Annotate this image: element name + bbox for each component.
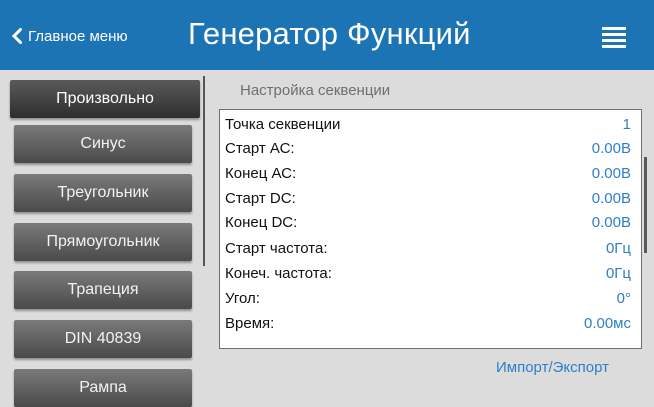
row-start-frequency[interactable]: Старт частота: 0Гц bbox=[225, 238, 631, 259]
row-start-ac[interactable]: Старт АС: 0.00В bbox=[225, 138, 631, 159]
row-label: Конеч. частота: bbox=[225, 265, 332, 282]
waveform-sidebar: Произвольно Синус Треугольник Прямоуголь… bbox=[0, 70, 205, 407]
chevron-left-icon bbox=[12, 28, 22, 44]
row-value: 0.00В bbox=[591, 214, 631, 231]
row-value: 1 bbox=[622, 116, 631, 133]
row-angle[interactable]: Угол: 0° bbox=[225, 288, 631, 309]
sidebar-item-sine[interactable]: Синус bbox=[14, 125, 192, 163]
row-sequence-point[interactable]: Точка секвенции 1 bbox=[225, 114, 631, 135]
row-label: Старт частота: bbox=[225, 240, 328, 257]
row-label: Точка секвенции bbox=[225, 116, 341, 133]
page-title: Генератор Функций bbox=[188, 16, 471, 51]
row-start-dc[interactable]: Старт DC: 0.00В bbox=[225, 188, 631, 209]
sidebar-divider bbox=[203, 76, 205, 266]
panel-title: Настройка секвенции bbox=[240, 82, 391, 99]
sequence-settings-panel: Точка секвенции 1 Старт АС: 0.00В Конец … bbox=[219, 109, 642, 349]
sidebar-item-din-40839[interactable]: DIN 40839 bbox=[14, 320, 192, 358]
back-to-main-menu-button[interactable]: Главное меню bbox=[12, 24, 128, 48]
row-label: Старт DC: bbox=[225, 190, 296, 207]
row-label: Старт АС: bbox=[225, 140, 295, 157]
sidebar-item-rectangle[interactable]: Прямоугольник bbox=[14, 223, 192, 261]
hamburger-menu-icon[interactable] bbox=[602, 27, 626, 48]
row-value: 0Гц bbox=[605, 265, 631, 282]
sidebar-item-triangle[interactable]: Треугольник bbox=[14, 174, 192, 212]
row-time[interactable]: Время: 0.00мс bbox=[225, 313, 631, 334]
sidebar-item-ramp[interactable]: Рампа bbox=[14, 369, 192, 407]
row-value: 0.00В bbox=[591, 165, 631, 182]
row-value: 0° bbox=[616, 290, 631, 307]
row-end-dc[interactable]: Конец DC: 0.00В bbox=[225, 212, 631, 233]
panel-scrollbar[interactable] bbox=[644, 157, 647, 253]
back-button-label: Главное меню bbox=[28, 27, 128, 45]
row-value: 0.00В bbox=[591, 190, 631, 207]
row-end-ac[interactable]: Конец АС: 0.00В bbox=[225, 163, 631, 184]
row-label: Конец DC: bbox=[225, 214, 298, 231]
row-end-frequency[interactable]: Конеч. частота: 0Гц bbox=[225, 263, 631, 284]
row-label: Время: bbox=[225, 315, 275, 332]
row-value: 0.00мс bbox=[583, 315, 631, 332]
row-label: Угол: bbox=[225, 290, 260, 307]
app-header: Главное меню Генератор Функций bbox=[0, 0, 654, 70]
row-value: 0Гц bbox=[605, 240, 631, 257]
row-label: Конец АС: bbox=[225, 165, 297, 182]
sidebar-item-trapezoid[interactable]: Трапеция bbox=[14, 271, 192, 309]
row-value: 0.00В bbox=[591, 140, 631, 157]
import-export-link[interactable]: Импорт/Экспорт bbox=[496, 359, 609, 376]
sidebar-item-arbitrary[interactable]: Произвольно bbox=[10, 80, 200, 118]
